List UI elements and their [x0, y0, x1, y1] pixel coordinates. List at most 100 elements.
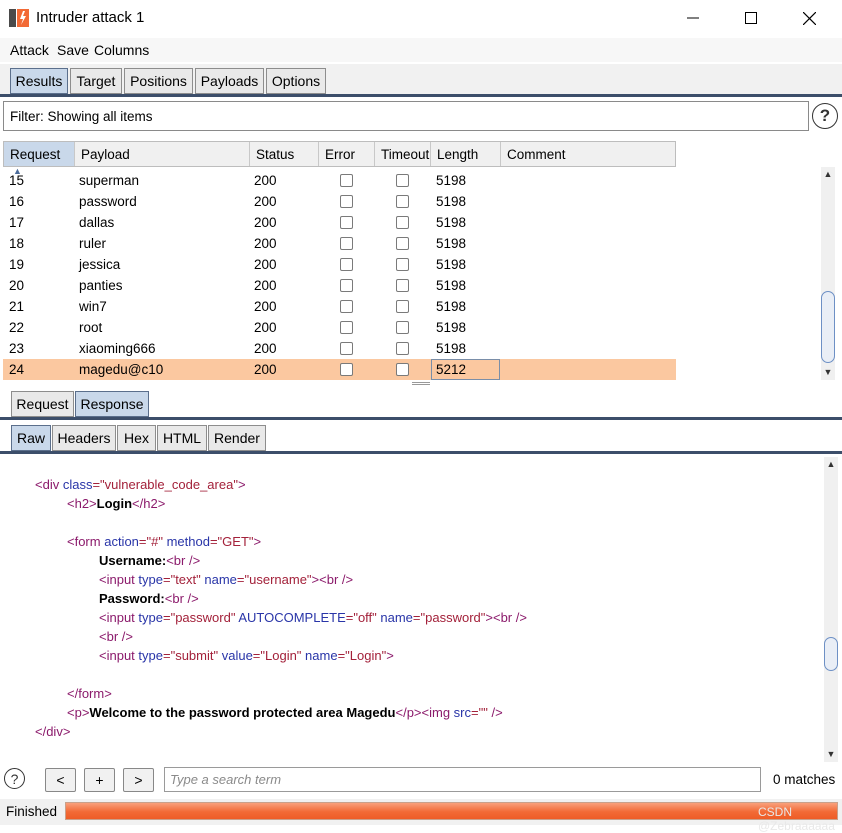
cell-request: 22 [9, 320, 25, 335]
cell-payload: password [79, 194, 137, 209]
help-icon[interactable]: ? [4, 768, 25, 789]
cell-length: 5198 [436, 215, 467, 230]
scroll-down-icon[interactable]: ▼ [821, 365, 835, 379]
column-header-timeout[interactable]: Timeout [375, 142, 431, 166]
table-scrollbar[interactable]: ▲ ▼ [821, 167, 835, 380]
code-line: Password:<br /> [99, 591, 199, 606]
table-row[interactable]: 16 password 200 5198 [3, 191, 676, 212]
view-tabs: Raw Headers Hex HTML Render [0, 423, 842, 454]
maximize-button[interactable] [722, 0, 780, 36]
scroll-up-icon[interactable]: ▲ [821, 167, 835, 181]
add-search-button[interactable]: + [84, 768, 115, 792]
split-pane-handle[interactable] [412, 382, 430, 385]
code-line: </div> [35, 724, 70, 739]
code-token: > [237, 477, 246, 492]
cell-request: 20 [9, 278, 25, 293]
code-token: method [166, 534, 210, 549]
code-token: ="" [471, 705, 492, 720]
cell-payload: win7 [79, 299, 107, 314]
column-header-length[interactable]: Length [431, 142, 501, 166]
tab-render[interactable]: Render [208, 425, 266, 451]
maximize-icon [745, 12, 757, 24]
column-header-error[interactable]: Error [319, 142, 375, 166]
timeout-checkbox [396, 321, 409, 334]
tab-html[interactable]: HTML [157, 425, 207, 451]
code-token: ="GET" [209, 534, 254, 549]
menu-save[interactable]: Save [57, 42, 89, 58]
cell-length: 5198 [436, 320, 467, 335]
title-bar: Intruder attack 1 [0, 0, 842, 36]
scroll-down-icon[interactable]: ▼ [824, 747, 838, 761]
code-line: <h2>Login</h2> [67, 496, 165, 511]
table-row[interactable]: 24 magedu@c10 200 5212 [3, 359, 676, 380]
cell-length: 5198 [436, 236, 467, 251]
code-line: <form action="#" method="GET"> [67, 534, 261, 549]
menu-columns[interactable]: Columns [94, 42, 149, 58]
column-header-payload[interactable]: Payload [75, 142, 250, 166]
tab-target[interactable]: Target [70, 68, 122, 94]
timeout-checkbox [396, 174, 409, 187]
code-token: ="Login" [337, 648, 387, 663]
code-line: <div class="vulnerable_code_area"> [35, 477, 246, 492]
table-row[interactable]: 20 panties 200 5198 [3, 275, 676, 296]
window-title: Intruder attack 1 [36, 9, 145, 26]
code-token: ="off" [345, 610, 381, 625]
tab-results[interactable]: Results [10, 68, 68, 94]
cell-status: 200 [254, 236, 277, 251]
cell-request: 15 [9, 173, 25, 188]
tab-hex[interactable]: Hex [117, 425, 156, 451]
table-row[interactable]: 15 superman 200 5198 [3, 170, 676, 191]
code-line: </form> [67, 686, 112, 701]
cell-request: 16 [9, 194, 25, 209]
cell-request: 18 [9, 236, 25, 251]
code-token: Welcome to the password protected area M… [89, 705, 396, 720]
top-tabs: Results Target Positions Payloads Option… [0, 64, 842, 97]
tab-headers[interactable]: Headers [52, 425, 116, 451]
selected-cell-outline [431, 359, 500, 380]
cell-status: 200 [254, 299, 277, 314]
column-header-request[interactable]: Request ▲ [4, 142, 75, 176]
response-scroll-thumb[interactable] [824, 637, 838, 671]
tab-positions[interactable]: Positions [124, 68, 193, 94]
next-match-button[interactable]: > [123, 768, 154, 792]
tab-options[interactable]: Options [266, 68, 326, 94]
timeout-checkbox [396, 216, 409, 229]
table-row[interactable]: 19 jessica 200 5198 [3, 254, 676, 275]
column-header-comment[interactable]: Comment [501, 142, 675, 166]
tab-request[interactable]: Request [11, 391, 74, 417]
timeout-checkbox [396, 237, 409, 250]
cell-status: 200 [254, 362, 277, 377]
close-button[interactable] [780, 0, 838, 36]
table-row[interactable]: 21 win7 200 5198 [3, 296, 676, 317]
table-scroll-thumb[interactable] [821, 291, 835, 363]
tab-payloads[interactable]: Payloads [195, 68, 264, 94]
column-header-status[interactable]: Status [250, 142, 319, 166]
code-token: ="Login" [252, 648, 306, 663]
response-scrollbar[interactable]: ▲ ▼ [824, 457, 838, 762]
tab-response[interactable]: Response [75, 391, 149, 417]
tab-raw[interactable]: Raw [11, 425, 51, 451]
code-token: name [305, 648, 338, 663]
table-row[interactable]: 22 root 200 5198 [3, 317, 676, 338]
code-line: <br /> [99, 629, 133, 644]
table-row[interactable]: 23 xiaoming666 200 5198 [3, 338, 676, 359]
timeout-checkbox [396, 195, 409, 208]
menu-attack[interactable]: Attack [10, 42, 49, 58]
previous-match-button[interactable]: < [45, 768, 76, 792]
filter-bar[interactable]: Filter: Showing all items [3, 101, 809, 131]
code-token: > [253, 534, 262, 549]
results-table: Request ▲ Payload Status Error Timeout L… [3, 141, 837, 381]
search-box[interactable] [164, 767, 761, 792]
help-icon[interactable]: ? [812, 103, 838, 129]
response-raw-view[interactable]: <div class="vulnerable_code_area"> <h2>Lo… [3, 460, 823, 760]
cell-length: 5198 [436, 173, 467, 188]
cell-length: 5198 [436, 257, 467, 272]
cell-length: 5198 [436, 194, 467, 209]
table-row[interactable]: 18 ruler 200 5198 [3, 233, 676, 254]
error-checkbox [340, 342, 353, 355]
scroll-up-icon[interactable]: ▲ [824, 457, 838, 471]
table-row[interactable]: 17 dallas 200 5198 [3, 212, 676, 233]
cell-payload: ruler [79, 236, 107, 251]
search-input[interactable] [165, 768, 760, 791]
minimize-button[interactable] [664, 0, 722, 36]
